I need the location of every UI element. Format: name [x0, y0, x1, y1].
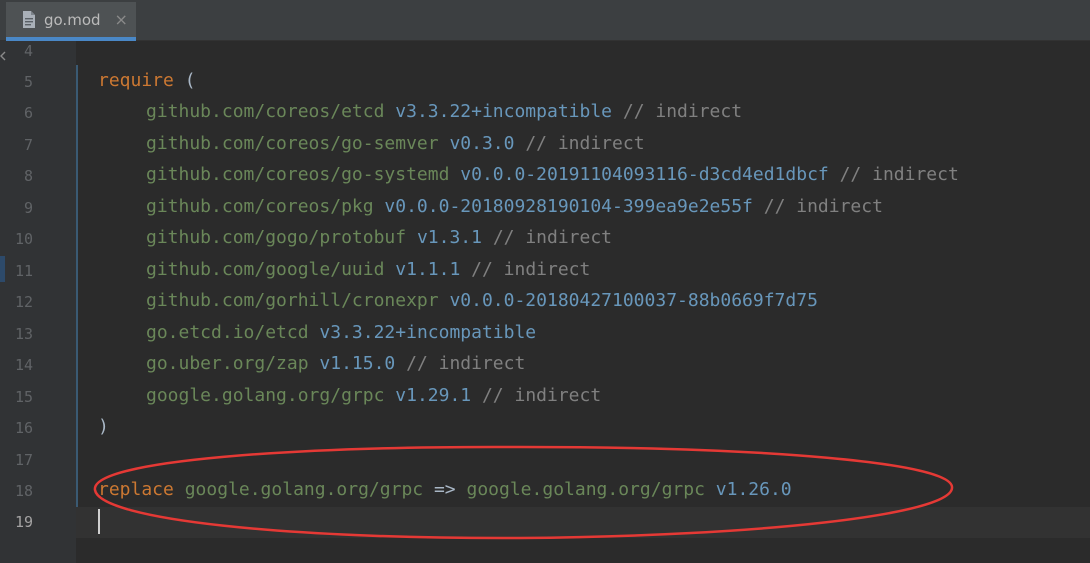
module-path: google.golang.org/grpc — [146, 385, 385, 406]
comment: // indirect — [481, 385, 602, 406]
module-version: v0.3.0 — [449, 133, 515, 154]
current-line-number: 19 — [14, 513, 33, 531]
code-line: github.com/coreos/go-semver v0.3.0 // in… — [98, 133, 645, 155]
arrow: => — [433, 479, 456, 500]
code-line: go.uber.org/zap v1.15.0 // indirect — [98, 353, 525, 375]
module-path: google.golang.org/grpc — [466, 479, 705, 500]
line-number: 12 — [14, 293, 33, 311]
line-number: 6 — [23, 104, 33, 122]
comment: // indirect — [471, 259, 591, 280]
open-paren: ( — [184, 70, 196, 91]
module-version: v1.3.1 — [416, 227, 482, 248]
module-version: v1.26.0 — [715, 479, 792, 500]
line-number: 15 — [14, 388, 33, 406]
line-number: 4 — [23, 42, 33, 60]
module-path: github.com/google/uuid — [146, 259, 385, 280]
keyword: replace — [98, 479, 174, 500]
code-line: google.golang.org/grpc v1.29.1 // indire… — [98, 385, 601, 407]
line-number-gutter: 4 5 6 7 8 9 10 11 12 13 14 15 16 17 18 1… — [8, 41, 78, 563]
line-number: 16 — [14, 419, 33, 437]
comment: // indirect — [839, 164, 959, 185]
module-path: github.com/coreos/go-semver — [146, 133, 439, 154]
module-path: github.com/coreos/go-systemd — [146, 164, 450, 185]
line-number: 9 — [23, 199, 33, 217]
chevron-left-icon[interactable] — [0, 51, 6, 61]
module-version: v1.29.1 — [395, 385, 472, 406]
module-path: github.com/coreos/pkg — [146, 196, 374, 217]
code-line: github.com/coreos/go-systemd v0.0.0-2019… — [98, 164, 959, 186]
file-icon — [22, 11, 36, 28]
module-version: v1.1.1 — [395, 259, 461, 280]
module-version: v0.0.0-20191104093116-d3cd4ed1dbcf — [460, 164, 829, 185]
comment: // indirect — [492, 227, 613, 248]
code-editor[interactable]: require ( github.com/coreos/etcd v3.3.22… — [76, 41, 1090, 563]
module-path: google.golang.org/grpc — [184, 479, 424, 500]
module-version: v0.0.0-20180427100037-88b0669f7d75 — [449, 290, 818, 311]
tool-window-strip — [0, 41, 8, 563]
line-number: 11 — [14, 262, 33, 280]
code-line: go.etcd.io/etcd v3.3.22+incompatible — [98, 322, 536, 344]
line-number: 10 — [14, 230, 33, 248]
line-number: 13 — [14, 325, 33, 343]
comment: // indirect — [525, 133, 645, 154]
editor-tab-bar: go.mod × — [0, 0, 1090, 41]
close-paren: ) — [98, 416, 109, 437]
close-icon[interactable]: × — [115, 10, 128, 29]
module-version: v3.3.22+incompatible — [395, 101, 613, 122]
selection-marker — [0, 256, 5, 282]
code-line: github.com/coreos/pkg v0.0.0-20180928190… — [98, 196, 883, 218]
comment: // indirect — [763, 196, 883, 217]
code-line: require ( — [98, 70, 196, 92]
line-number: 7 — [23, 136, 33, 154]
keyword: require — [98, 70, 174, 91]
text-caret — [98, 509, 100, 534]
code-line: github.com/google/uuid v1.1.1 // indirec… — [98, 259, 590, 281]
line-number: 5 — [23, 73, 33, 91]
code-line: github.com/gogo/protobuf v1.3.1 // indir… — [98, 227, 612, 249]
code-line: ) — [98, 416, 109, 438]
module-version: v0.0.0-20180928190104-399ea9e2e55f — [384, 196, 753, 217]
code-line: github.com/coreos/etcd v3.3.22+incompati… — [98, 101, 742, 123]
module-version: v3.3.22+incompatible — [319, 322, 537, 343]
line-number: 17 — [14, 451, 33, 469]
module-path: github.com/gogo/protobuf — [146, 227, 407, 248]
module-path: go.etcd.io/etcd — [146, 322, 309, 343]
comment: // indirect — [622, 101, 743, 122]
current-line-highlight — [76, 507, 1090, 538]
module-path: github.com/gorhill/cronexpr — [146, 290, 439, 311]
ide-window: go.mod × 4 5 6 7 8 9 10 11 12 13 14 15 1… — [0, 0, 1090, 563]
module-path: github.com/coreos/etcd — [146, 101, 385, 122]
module-path: go.uber.org/zap — [146, 353, 309, 374]
tab-label: go.mod — [44, 10, 101, 29]
comment: // indirect — [406, 353, 526, 374]
tab-go-mod[interactable]: go.mod × — [6, 2, 136, 41]
replace-line: replace google.golang.org/grpc => google… — [98, 479, 792, 501]
module-version: v1.15.0 — [319, 353, 396, 374]
code-line: github.com/gorhill/cronexpr v0.0.0-20180… — [98, 290, 818, 312]
line-number: 14 — [14, 356, 33, 374]
line-number: 18 — [14, 482, 33, 500]
line-number: 8 — [23, 167, 33, 185]
